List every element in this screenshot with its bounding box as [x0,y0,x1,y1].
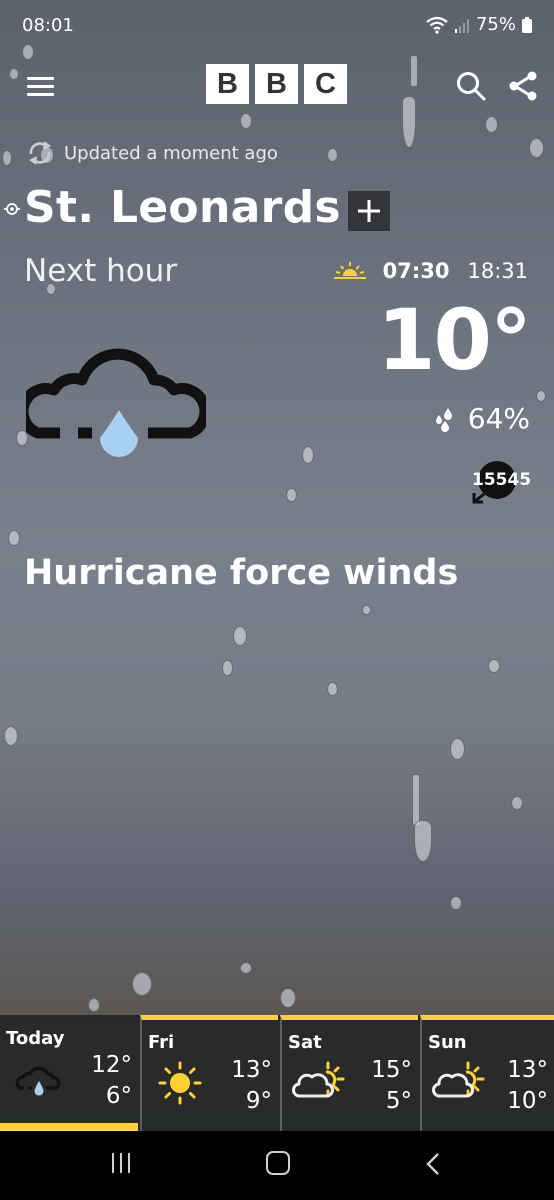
location-name: St. Leonards [24,182,341,233]
forecast-high: 13° [507,1057,548,1083]
bbc-logo[interactable]: B B C [206,64,347,104]
selected-day-indicator [0,1123,138,1131]
share-icon[interactable] [507,70,539,102]
battery-icon [522,16,532,33]
logo-letter: B [206,64,249,104]
forecast-high: 12° [91,1052,132,1078]
add-location-button[interactable] [348,191,390,231]
forecast-high: 13° [231,1057,272,1083]
recent-apps-icon[interactable] [112,1153,130,1173]
back-icon[interactable] [424,1151,442,1177]
system-nav-bar [0,1131,554,1200]
sun-times: 07:30 18:31 [333,259,528,283]
logo-letter: B [255,64,298,104]
humidity: 64% [432,402,530,435]
wifi-icon [426,16,448,34]
forecast-high: 15° [371,1057,412,1083]
menu-icon[interactable] [27,77,55,97]
day-label: Sun [428,1032,467,1053]
day-label: Fri [148,1032,175,1053]
sunset-time: 18:31 [467,259,528,283]
forecast-low: 9° [245,1088,272,1114]
sun-cloud-icon [432,1061,485,1098]
forecast-day-fri[interactable]: Fri 13° 9° [140,1015,278,1131]
battery-percent: 75% [475,14,516,35]
forecast-low: 6° [105,1083,132,1109]
refresh-icon [29,141,51,165]
forecast-strip: Today 12° 6° Fri 13° 9° Sat 15° 5° Sun 1… [0,1015,554,1131]
logo-letter: C [304,64,347,104]
weather-headline: Hurricane force winds [24,553,459,593]
updated-text: Updated a moment ago [64,142,278,164]
forecast-day-sun[interactable]: Sun 13° 10° [420,1015,554,1131]
cloud-rain-icon [15,1066,61,1096]
search-icon[interactable] [455,70,487,102]
sunrise-time: 07:30 [382,259,450,283]
day-label: Today [6,1028,65,1049]
location-icon [4,203,20,215]
sunrise-icon [333,262,366,279]
forecast-low: 5° [385,1088,412,1114]
location-row: St. Leonards [0,182,554,242]
period-label[interactable]: Next hour [24,253,177,289]
status-bar: 08:01 75% [0,0,554,50]
forecast-low: 10° [507,1088,548,1114]
signal-icon [454,18,469,33]
current-temperature: 10° [377,291,532,389]
sun-icon [158,1061,202,1105]
home-icon[interactable] [266,1151,290,1175]
day-label: Sat [288,1032,322,1053]
wind-speed: 15545 [472,470,532,490]
status-time: 08:01 [22,15,74,36]
humidity-value: 64% [467,402,530,435]
humidity-icon [435,407,452,432]
sun-cloud-icon [292,1061,345,1098]
forecast-day-today[interactable]: Today 12° 6° [0,1015,138,1131]
forecast-day-sat[interactable]: Sat 15° 5° [280,1015,418,1131]
cloud-rain-icon [26,348,206,457]
update-status[interactable]: Updated a moment ago [26,140,278,166]
plus-icon [358,200,380,222]
top-bar: B B C [0,58,554,112]
